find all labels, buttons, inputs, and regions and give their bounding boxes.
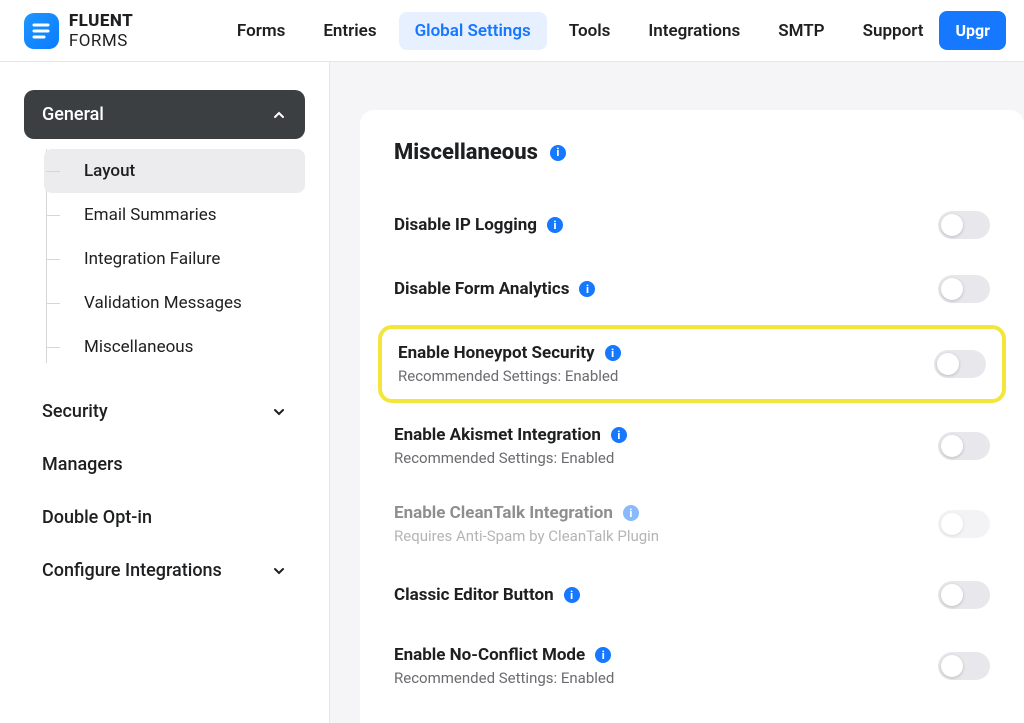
setting-subtitle: Recommended Settings: Enabled xyxy=(394,449,627,467)
nav-item-smtp[interactable]: SMTP xyxy=(762,12,840,50)
setting-row: Enable Auto Tab - Indexi xyxy=(394,705,990,723)
sidebar-item-validation-messages[interactable]: Validation Messages xyxy=(44,281,305,325)
settings-panel: Miscellaneous i Disable IP Loggingi Disab… xyxy=(360,110,1024,723)
toggle-switch xyxy=(938,510,990,538)
nav-item-integrations[interactable]: Integrations xyxy=(632,12,756,50)
brand-text: FLUENT FORMS xyxy=(69,11,193,51)
sidebar-item-email-summaries[interactable]: Email Summaries xyxy=(44,193,305,237)
info-icon[interactable]: i xyxy=(595,647,611,663)
setting-row: Disable IP Loggingi xyxy=(394,193,990,257)
settings-sidebar: General LayoutEmail SummariesIntegration … xyxy=(0,62,330,723)
info-icon[interactable]: i xyxy=(547,217,563,233)
setting-row: Enable No-Conflict Modei Recommended Sett… xyxy=(394,627,990,705)
setting-title: Classic Editor Buttoni xyxy=(394,585,580,605)
brand-logo[interactable]: FLUENT FORMS xyxy=(24,11,193,51)
sidebar-item-integration-failure[interactable]: Integration Failure xyxy=(44,237,305,281)
setting-subtitle: Recommended Settings: Enabled xyxy=(394,669,614,687)
setting-title: Disable Form Analyticsi xyxy=(394,279,595,299)
info-icon[interactable]: i xyxy=(611,427,627,443)
setting-title: Enable CleanTalk Integrationi xyxy=(394,503,659,523)
sidebar-item-layout[interactable]: Layout xyxy=(44,149,305,193)
sidebar-section-general[interactable]: General xyxy=(24,90,305,139)
main-content: Miscellaneous i Disable IP Loggingi Disab… xyxy=(330,62,1024,723)
nav-item-entries[interactable]: Entries xyxy=(307,12,392,50)
toggle-switch[interactable] xyxy=(938,211,990,239)
logo-mark-icon xyxy=(24,13,59,49)
info-icon[interactable]: i xyxy=(623,505,639,521)
setting-subtitle: Recommended Settings: Enabled xyxy=(398,367,621,385)
info-icon[interactable]: i xyxy=(605,345,621,361)
info-icon[interactable]: i xyxy=(564,587,580,603)
toggle-switch[interactable] xyxy=(938,275,990,303)
toggle-switch[interactable] xyxy=(938,652,990,680)
main-nav: FormsEntriesGlobal SettingsToolsIntegrat… xyxy=(221,12,940,50)
chevron-down-icon xyxy=(271,404,287,420)
toggle-switch[interactable] xyxy=(938,432,990,460)
setting-title: Enable Akismet Integrationi xyxy=(394,425,627,445)
topbar: FLUENT FORMS FormsEntriesGlobal Settings… xyxy=(0,0,1024,62)
chevron-up-icon xyxy=(271,107,287,123)
nav-item-global-settings[interactable]: Global Settings xyxy=(399,12,547,50)
setting-row: Enable CleanTalk Integrationi Requires An… xyxy=(394,485,990,563)
setting-title: Enable Honeypot Securityi xyxy=(398,343,621,363)
info-icon[interactable]: i xyxy=(579,281,595,297)
setting-row: Enable Honeypot Securityi Recommended Set… xyxy=(378,325,1006,403)
setting-subtitle: Requires Anti-Spam by CleanTalk Plugin xyxy=(394,527,659,545)
sidebar-item-miscellaneous[interactable]: Miscellaneous xyxy=(44,325,305,369)
setting-title: Disable IP Loggingi xyxy=(394,215,563,235)
toggle-switch[interactable] xyxy=(938,581,990,609)
chevron-down-icon xyxy=(271,563,287,579)
nav-item-forms[interactable]: Forms xyxy=(221,12,301,50)
setting-row: Disable Form Analyticsi xyxy=(394,257,990,321)
sidebar-section-security[interactable]: Security xyxy=(24,387,305,436)
panel-title: Miscellaneous i xyxy=(394,140,990,165)
nav-item-support[interactable]: Support xyxy=(847,12,940,50)
sidebar-section-managers[interactable]: Managers xyxy=(24,440,305,489)
sidebar-section-configure-integrations[interactable]: Configure Integrations xyxy=(24,546,305,595)
setting-row: Classic Editor Buttoni xyxy=(394,563,990,627)
setting-title: Enable No-Conflict Modei xyxy=(394,645,614,665)
info-icon[interactable]: i xyxy=(550,145,566,161)
upgrade-button[interactable]: Upgr xyxy=(939,11,1006,50)
sidebar-section-double-opt-in[interactable]: Double Opt-in xyxy=(24,493,305,542)
toggle-switch[interactable] xyxy=(934,350,986,378)
nav-item-tools[interactable]: Tools xyxy=(553,12,627,50)
setting-row: Enable Akismet Integrationi Recommended S… xyxy=(394,407,990,485)
